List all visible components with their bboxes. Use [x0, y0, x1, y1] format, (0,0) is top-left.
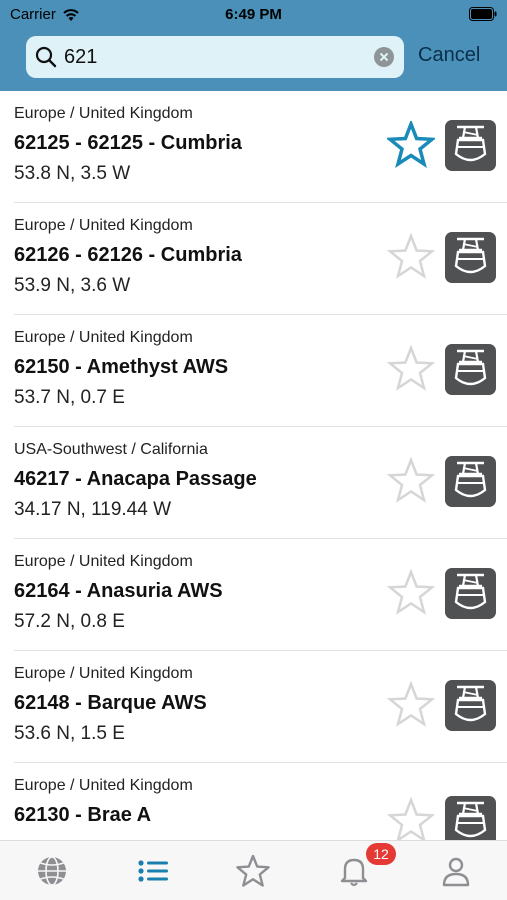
station-coords: 53.6 N, 1.5 E — [14, 723, 125, 744]
buoy-details-button[interactable] — [445, 344, 496, 395]
search-input[interactable] — [64, 36, 364, 78]
station-region: USA-Southwest / California — [14, 441, 208, 458]
star-icon[interactable] — [235, 853, 271, 889]
station-region: Europe / United Kingdom — [14, 553, 193, 570]
buoy-details-button[interactable] — [445, 680, 496, 731]
notifications-badge: 12 — [366, 843, 396, 865]
buoy-details-button[interactable] — [445, 568, 496, 619]
station-name: 46217 - Anacapa Passage — [14, 468, 257, 490]
station-name: 62164 - Anasuria AWS — [14, 580, 223, 602]
station-region: Europe / United Kingdom — [14, 217, 193, 234]
station-region: Europe / United Kingdom — [14, 777, 193, 794]
station-row[interactable]: Europe / United Kingdom 62125 - 62125 - … — [0, 91, 507, 203]
station-name: 62130 - Brae A — [14, 804, 152, 826]
station-region: Europe / United Kingdom — [14, 665, 193, 682]
favorite-star-icon[interactable] — [387, 681, 435, 729]
station-coords: 53.9 N, 3.6 W — [14, 275, 131, 296]
station-list: Europe / United Kingdom 62125 - 62125 - … — [0, 91, 507, 840]
buoy-details-button[interactable] — [445, 120, 496, 171]
favorite-star-icon[interactable] — [387, 233, 435, 281]
station-row[interactable]: Europe / United Kingdom 62130 - Brae A — [0, 763, 507, 840]
buoy-icon — [454, 573, 487, 610]
buoy-details-button[interactable] — [445, 232, 496, 283]
favorite-star-icon[interactable] — [387, 797, 435, 840]
buoy-icon — [454, 801, 487, 838]
station-coords: 53.7 N, 0.7 E — [14, 387, 125, 408]
station-row[interactable]: Europe / United Kingdom 62148 - Barque A… — [0, 651, 507, 763]
station-row[interactable]: Europe / United Kingdom 62150 - Amethyst… — [0, 315, 507, 427]
buoy-icon — [454, 237, 487, 274]
clear-search-icon[interactable] — [374, 47, 394, 67]
station-coords: 57.2 N, 0.8 E — [14, 611, 125, 632]
station-coords: 53.8 N, 3.5 W — [14, 163, 131, 184]
person-icon[interactable] — [438, 853, 474, 889]
buoy-icon — [454, 349, 487, 386]
status-bar: Carrier 6:49 PM — [0, 0, 507, 30]
clock: 6:49 PM — [225, 6, 282, 23]
globe-icon[interactable] — [34, 853, 70, 889]
station-name: 62126 - 62126 - Cumbria — [14, 244, 242, 266]
list-icon[interactable] — [135, 853, 171, 889]
battery-icon — [469, 7, 497, 21]
favorite-star-icon[interactable] — [387, 121, 435, 169]
tab-bar — [0, 840, 507, 900]
station-region: Europe / United Kingdom — [14, 105, 193, 122]
buoy-icon — [454, 685, 487, 722]
buoy-details-button[interactable] — [445, 796, 496, 840]
search-icon — [35, 46, 57, 68]
cancel-button[interactable]: Cancel — [418, 44, 480, 67]
station-region: Europe / United Kingdom — [14, 329, 193, 346]
buoy-icon — [454, 125, 487, 162]
favorite-star-icon[interactable] — [387, 457, 435, 505]
buoy-details-button[interactable] — [445, 456, 496, 507]
favorite-star-icon[interactable] — [387, 569, 435, 617]
header: Carrier 6:49 PM Cancel — [0, 0, 507, 91]
search-bar[interactable] — [26, 36, 404, 78]
station-name: 62148 - Barque AWS — [14, 692, 207, 714]
station-row[interactable]: Europe / United Kingdom 62164 - Anasuria… — [0, 539, 507, 651]
station-name: 62150 - Amethyst AWS — [14, 356, 229, 378]
station-row[interactable]: USA-Southwest / California 46217 - Anaca… — [0, 427, 507, 539]
station-coords: 34.17 N, 119.44 W — [14, 499, 172, 520]
buoy-icon — [454, 461, 487, 498]
station-name: 62125 - 62125 - Cumbria — [14, 132, 242, 154]
favorite-star-icon[interactable] — [387, 345, 435, 393]
station-row[interactable]: Europe / United Kingdom 62126 - 62126 - … — [0, 203, 507, 315]
